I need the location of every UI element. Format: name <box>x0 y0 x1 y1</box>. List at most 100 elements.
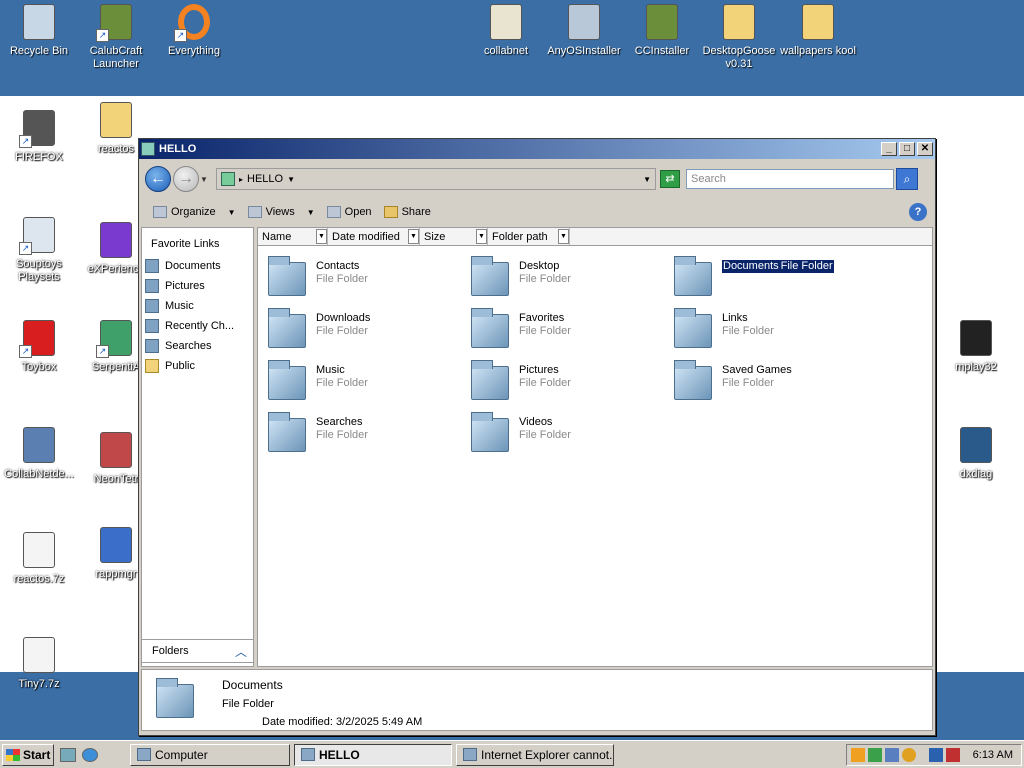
folder-item[interactable]: Pictures File Folder <box>467 356 667 408</box>
folder-item[interactable]: Links File Folder <box>670 304 870 356</box>
desktop-icon[interactable]: ↗ FIREFOX <box>0 108 79 164</box>
folder-item[interactable]: Downloads File Folder <box>264 304 464 356</box>
maximize-button[interactable]: □ <box>899 142 915 156</box>
taskbar-button[interactable]: Internet Explorer cannot... <box>456 743 614 766</box>
folder-icon <box>798 2 838 42</box>
desktop-icon-label: Souptoys Playsets <box>16 258 62 283</box>
show-desktop-icon[interactable] <box>60 747 76 762</box>
internet-explorer-icon <box>463 748 477 761</box>
column-date-modified[interactable]: Date modified ▼ <box>328 228 420 245</box>
desktop-icon[interactable]: reactos.7z <box>0 530 79 586</box>
search-icon[interactable] <box>902 747 916 762</box>
organize-button[interactable]: Organize ▼ <box>147 206 242 218</box>
column-date-modified-label: Date modified <box>332 230 400 243</box>
folder-item-text: Searches File Folder <box>316 416 368 442</box>
search-button[interactable]: ⌕ <box>896 168 918 190</box>
folder-item-name: Desktop <box>519 260 560 272</box>
desktop-icon-label: DesktopGoose v0.31 <box>702 45 776 70</box>
internet-explorer-icon[interactable] <box>82 747 98 762</box>
breadcrumb-hello[interactable]: HELLO <box>247 173 283 185</box>
start-button[interactable]: Start <box>2 743 54 766</box>
search-input[interactable]: Search <box>686 169 894 189</box>
folder-item[interactable]: Music File Folder <box>264 356 464 408</box>
close-button[interactable]: ✕ <box>917 142 933 156</box>
network-icon[interactable] <box>885 747 899 762</box>
favorite-link-label: Pictures <box>165 280 205 292</box>
folder-item[interactable]: Searches File Folder <box>264 408 464 460</box>
favorite-link[interactable]: Public <box>142 356 253 376</box>
desktop-icon[interactable]: CollabNetde... <box>0 425 79 481</box>
desktop-icon[interactable]: AnyOSInstaller <box>544 2 624 58</box>
shortcut-arrow-icon: ↗ <box>96 345 109 358</box>
column-filter-icon[interactable]: ▼ <box>408 229 419 244</box>
taskbar-button[interactable]: HELLO <box>294 743 452 766</box>
folder-item-type: File Folder <box>722 377 774 389</box>
favorite-link[interactable]: Music <box>142 296 253 316</box>
desktop-icon[interactable]: DesktopGoose v0.31 <box>699 2 779 71</box>
column-size[interactable]: Size ▼ <box>420 228 488 245</box>
share-button[interactable]: Share <box>378 206 437 218</box>
help-button[interactable]: ? <box>909 203 927 221</box>
desktop-icon[interactable]: ↗ Everything <box>154 2 234 58</box>
raccoon-icon: ↗ <box>19 108 59 148</box>
folder-item-name: Links <box>722 312 748 324</box>
folder-item-type: File Folder <box>316 429 368 441</box>
desktop-icon-label: Recycle Bin <box>9 45 69 57</box>
folder-item[interactable]: Videos File Folder <box>467 408 667 460</box>
desktop-icon[interactable]: mplay32 <box>936 318 1016 374</box>
window-titlebar[interactable]: HELLO _ □ ✕ <box>139 139 935 159</box>
desktop-icon[interactable]: wallpapers kool <box>778 2 858 58</box>
column-filter-icon[interactable]: ▼ <box>316 229 327 244</box>
taskbar-button[interactable]: Computer <box>130 743 290 766</box>
address-field[interactable]: ▸ HELLO ▼ ▼ <box>216 168 656 190</box>
favorite-links-list: Documents Pictures Music Recently Ch... Sear… <box>142 256 253 376</box>
desktop-icon[interactable]: ↗ Souptoys Playsets <box>0 215 79 284</box>
security-icon[interactable] <box>868 747 882 762</box>
address-dropdown-icon[interactable]: ▼ <box>643 175 651 184</box>
views-button[interactable]: Views ▼ <box>242 206 321 218</box>
folder-item-text: Favorites File Folder <box>519 312 571 338</box>
favorite-link[interactable]: Pictures <box>142 276 253 296</box>
column-filter-icon[interactable]: ▼ <box>558 229 569 244</box>
column-folder-path[interactable]: Folder path ▼ <box>488 228 570 245</box>
favorite-link[interactable]: Searches <box>142 336 253 356</box>
favorite-link[interactable]: Documents <box>142 256 253 276</box>
desktop-icon[interactable]: dxdiag <box>936 425 1016 481</box>
desktop-icon[interactable]: collabnet <box>466 2 546 58</box>
column-filter-icon[interactable]: ▼ <box>476 229 487 244</box>
back-button[interactable]: ← <box>145 166 171 192</box>
breadcrumb-chevron-icon[interactable]: ▸ <box>239 175 243 184</box>
open-button[interactable]: Open <box>321 206 378 218</box>
breadcrumb-dropdown-icon[interactable]: ▼ <box>287 175 295 184</box>
minimize-button[interactable]: _ <box>881 142 897 156</box>
desktop-icon-label: CollabNetde... <box>4 468 74 480</box>
warning-icon[interactable] <box>851 747 865 762</box>
column-name[interactable]: Name ▼ <box>258 228 328 245</box>
folder-item-text: Videos File Folder <box>519 416 571 442</box>
folder-item[interactable]: Desktop File Folder <box>467 252 667 304</box>
folder-item-name: Contacts <box>316 260 360 272</box>
folder-icon <box>670 358 716 404</box>
folder-item[interactable]: Contacts File Folder <box>264 252 464 304</box>
desktop-icon[interactable]: ↗ CalubCraft Launcher <box>76 2 156 71</box>
clock[interactable]: 6:13 AM <box>973 749 1013 761</box>
desktop-icon[interactable]: Tiny7.7z <box>0 635 79 691</box>
volume-muted-icon[interactable] <box>946 747 960 762</box>
desktop-icon[interactable]: ↗ Toybox <box>0 318 79 374</box>
folder-icon <box>145 299 159 313</box>
refresh-button[interactable]: ⇄ <box>660 170 680 188</box>
details-date-value: 3/2/2025 5:49 AM <box>336 716 423 728</box>
folder-item[interactable]: Favorites File Folder <box>467 304 667 356</box>
recent-pages-dropdown[interactable]: ▼ <box>200 175 210 184</box>
network-status-icon[interactable] <box>929 747 943 762</box>
desktop-icon[interactable]: Recycle Bin <box>0 2 79 58</box>
favorite-link[interactable]: Recently Ch... <box>142 316 253 336</box>
desktop-icon[interactable]: CCInstaller <box>622 2 702 58</box>
folder-icon <box>467 306 513 352</box>
forward-button[interactable]: → <box>173 166 199 192</box>
folder-item[interactable]: Saved Games File Folder <box>670 356 870 408</box>
folders-toggle[interactable]: Folders ︿ <box>141 639 254 663</box>
folder-icon <box>145 279 159 293</box>
folder-item[interactable]: Documents File Folder <box>670 252 870 304</box>
details-date-label: Date modified: <box>262 716 333 728</box>
